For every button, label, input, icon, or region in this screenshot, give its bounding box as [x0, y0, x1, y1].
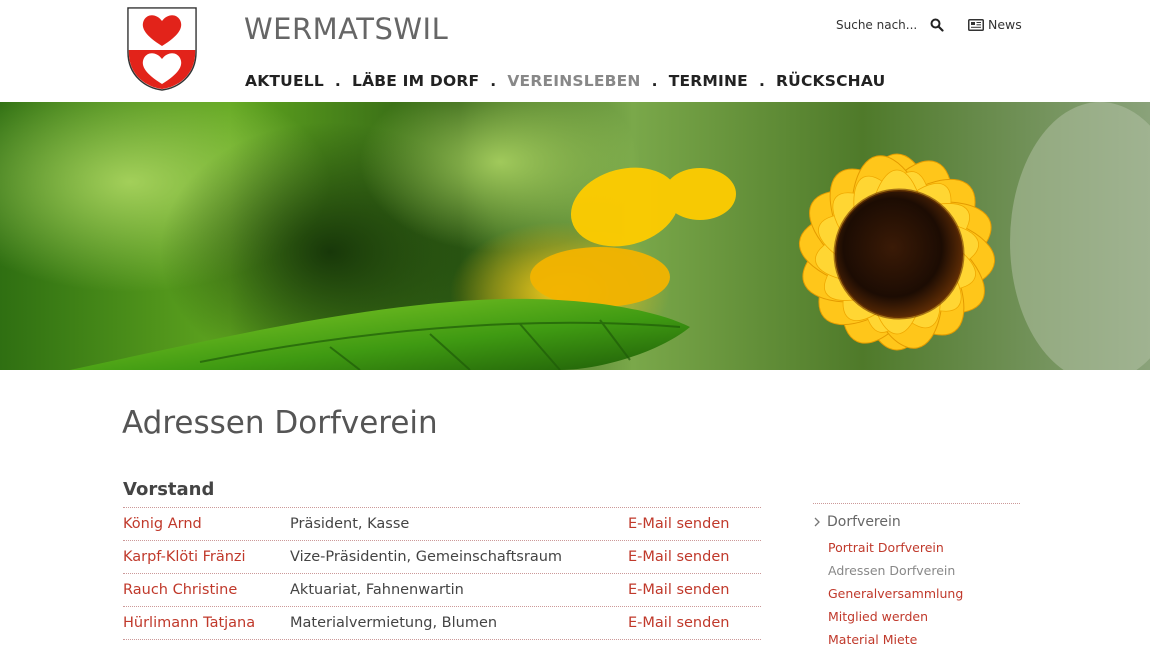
search-box: [836, 18, 918, 32]
member-name-link[interactable]: Hürlimann Tatjana: [123, 615, 290, 631]
crest-logo[interactable]: [126, 6, 198, 92]
email-link[interactable]: E-Mail senden: [628, 516, 729, 532]
chevron-right-icon: [814, 517, 820, 527]
site-header: WERMATSWIL AKTUELL . LÄBE IM DORF . VERE…: [0, 0, 1150, 102]
table-row: König Arnd Präsident, Kasse E-Mail sende…: [123, 508, 761, 541]
member-role: Präsident, Kasse: [290, 516, 410, 532]
nav-item-laebe-im-dorf[interactable]: LÄBE IM DORF: [352, 72, 479, 90]
news-label: News: [988, 17, 1022, 32]
sidebar-list: Portrait Dorfverein Adressen Dorfverein …: [828, 536, 1020, 646]
nav-separator: .: [490, 72, 497, 90]
sidebar-item-mitglied-werden[interactable]: Mitglied werden: [828, 605, 1020, 628]
sidebar-item-material-miete[interactable]: Material Miete: [828, 628, 1020, 646]
table-row: Karpf-Klöti Fränzi Vize-Präsidentin, Gem…: [123, 541, 761, 574]
news-link[interactable]: News: [968, 17, 1022, 32]
sidebar-item-adressen[interactable]: Adressen Dorfverein: [828, 559, 1020, 582]
sidebar-item-portrait[interactable]: Portrait Dorfverein: [828, 536, 1020, 559]
nav-item-vereinsleben[interactable]: VEREINSLEBEN: [507, 72, 640, 90]
table-row: Rauch Christine Aktuariat, Fahnenwartin …: [123, 574, 761, 607]
table-row: Hürlimann Tatjana Materialvermietung, Bl…: [123, 607, 761, 640]
main-nav: AKTUELL . LÄBE IM DORF . VEREINSLEBEN . …: [245, 72, 885, 90]
hero-sunflower-image: [0, 102, 1150, 370]
email-link[interactable]: E-Mail senden: [628, 615, 729, 631]
nav-item-aktuell[interactable]: AKTUELL: [245, 72, 324, 90]
sidebar-item-generalversammlung[interactable]: Generalversammlung: [828, 582, 1020, 605]
member-role: Aktuariat, Fahnenwartin: [290, 582, 464, 598]
search-input[interactable]: [836, 18, 918, 32]
board-members-table: König Arnd Präsident, Kasse E-Mail sende…: [123, 507, 761, 640]
nav-separator: .: [334, 72, 342, 90]
sidebar-heading-label: Dorfverein: [827, 514, 901, 530]
member-name-link[interactable]: Karpf-Klöti Fränzi: [123, 549, 290, 565]
email-link[interactable]: E-Mail senden: [628, 582, 729, 598]
nav-separator: .: [651, 72, 658, 90]
nav-separator: .: [758, 72, 766, 90]
member-name-link[interactable]: Rauch Christine: [123, 582, 290, 598]
search-icon[interactable]: [930, 18, 944, 32]
sidebar-heading-dorfverein[interactable]: Dorfverein: [813, 514, 1020, 530]
page-title: Adressen Dorfverein: [122, 405, 438, 441]
member-role: Materialvermietung, Blumen: [290, 615, 498, 631]
nav-item-rueckschau[interactable]: RÜCKSCHAU: [776, 72, 885, 90]
site-title[interactable]: WERMATSWIL: [244, 12, 448, 46]
member-name-link[interactable]: König Arnd: [123, 516, 290, 532]
nav-item-termine[interactable]: TERMINE: [669, 72, 748, 90]
email-link[interactable]: E-Mail senden: [628, 549, 729, 565]
sidebar-nav: Dorfverein Portrait Dorfverein Adressen …: [813, 503, 1020, 646]
member-role: Vize-Präsidentin, Gemeinschaftsraum: [290, 549, 563, 565]
newspaper-icon: [968, 18, 984, 31]
section-title-vorstand: Vorstand: [123, 479, 215, 500]
